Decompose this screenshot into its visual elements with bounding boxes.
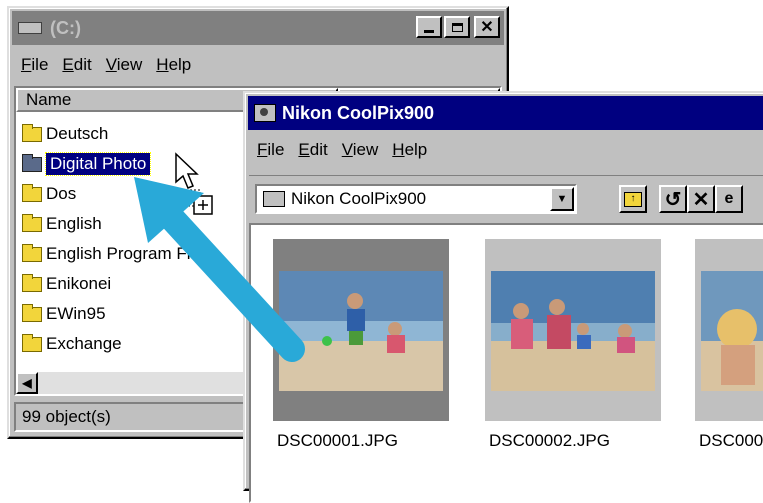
list-item-label: Deutsch xyxy=(46,124,109,143)
explorer-title-bar[interactable]: (C:) ✕ xyxy=(12,11,504,45)
thumbnail-view: DSC00001.JPG DSC00002.JPG DSC0000 xyxy=(249,223,763,503)
properties-icon: e xyxy=(724,190,734,207)
camera-title-bar[interactable]: Nikon CoolPix900 xyxy=(248,96,763,130)
scroll-left-button[interactable]: ◀ xyxy=(16,372,38,394)
menu-view[interactable]: View xyxy=(106,55,143,75)
chevron-down-icon: ▼ xyxy=(556,193,568,205)
minimize-icon xyxy=(424,30,434,33)
menu-file[interactable]: File xyxy=(21,55,48,75)
delete-button[interactable]: ✕ xyxy=(687,185,715,213)
properties-button[interactable]: e xyxy=(715,185,743,213)
thumbnail-3-label: DSC0000 xyxy=(699,431,763,450)
thumbnail-2-label: DSC00002.JPG xyxy=(489,431,610,450)
folder-icon xyxy=(22,183,42,202)
list-item[interactable]: Deutsch xyxy=(22,121,108,147)
list-item-label: Exchange xyxy=(46,334,122,353)
maximize-button[interactable] xyxy=(444,16,470,38)
delete-icon: ✕ xyxy=(692,188,710,211)
folder-icon xyxy=(22,273,42,292)
folder-icon xyxy=(22,243,42,262)
status-text: 99 object(s) xyxy=(22,407,111,426)
menu-edit[interactable]: Edit xyxy=(62,55,91,75)
menu-file[interactable]: File xyxy=(257,140,284,160)
list-item-label: EWin95 xyxy=(46,304,106,323)
location-dropdown-button[interactable]: ▼ xyxy=(550,187,574,211)
up-folder-icon: ↑ xyxy=(624,191,642,207)
list-item[interactable]: EWin95 xyxy=(22,301,106,327)
drive-icon xyxy=(18,22,42,34)
menu-view[interactable]: View xyxy=(342,140,379,160)
close-button[interactable]: ✕ xyxy=(474,16,500,38)
list-item[interactable]: English xyxy=(22,211,102,237)
photo-thumbnail-2 xyxy=(491,271,655,391)
drag-direction-arrow xyxy=(134,177,305,362)
camera-title: Nikon CoolPix900 xyxy=(282,102,435,123)
maximize-icon xyxy=(451,22,463,32)
thumbnail-2[interactable] xyxy=(485,239,661,421)
thumbnail-1-label: DSC00001.JPG xyxy=(277,431,398,450)
menu-help[interactable]: Help xyxy=(392,140,427,160)
folder-icon xyxy=(22,303,42,322)
up-folder-button[interactable]: ↑ xyxy=(619,185,647,213)
explorer-menu-bar: File Edit View Help xyxy=(13,52,197,78)
column-header-name-label: Name xyxy=(26,90,72,109)
camera-menu-bar: File Edit View Help xyxy=(249,137,433,163)
thumbnail-3[interactable] xyxy=(695,239,763,421)
refresh-button[interactable]: ↺ xyxy=(659,185,687,213)
close-icon: ✕ xyxy=(480,19,494,36)
toolbar: Nikon CoolPix900 ▼ ↑ ↺ ✕ e xyxy=(249,175,763,220)
list-item[interactable]: Enikonei xyxy=(22,271,111,297)
arrow-left-icon: ◀ xyxy=(22,376,32,390)
camera-icon xyxy=(254,104,276,122)
folder-icon xyxy=(22,153,42,172)
list-item[interactable]: Exchange xyxy=(22,331,122,357)
folder-icon xyxy=(22,123,42,142)
list-item[interactable]: Dos xyxy=(22,181,76,207)
camera-window: Nikon CoolPix900 File Edit View Help Nik… xyxy=(243,91,763,503)
minimize-button[interactable] xyxy=(416,16,442,38)
refresh-icon: ↺ xyxy=(664,188,682,211)
list-item-label: English xyxy=(46,214,102,233)
menu-edit[interactable]: Edit xyxy=(298,140,327,160)
list-item-label: Enikonei xyxy=(46,274,112,293)
photo-thumbnail-3 xyxy=(701,271,763,391)
status-bar: 99 object(s) xyxy=(14,402,254,432)
menu-help[interactable]: Help xyxy=(156,55,191,75)
folder-icon xyxy=(22,213,42,232)
explorer-title: (C:) xyxy=(50,17,81,38)
folder-icon xyxy=(22,333,42,352)
list-item-label: Dos xyxy=(46,184,77,203)
